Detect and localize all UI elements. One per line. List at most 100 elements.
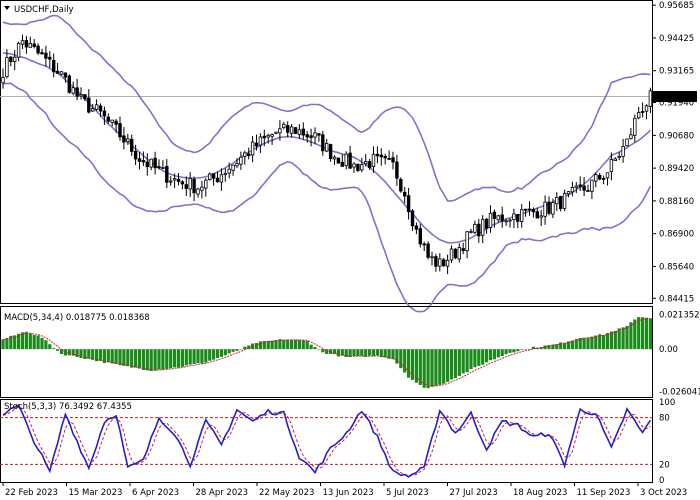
candle-down: [321, 134, 325, 152]
candle-up: [457, 247, 461, 260]
candle-up: [637, 112, 641, 119]
candle-up: [79, 94, 83, 97]
macd-bar: [457, 349, 461, 376]
macd-bar: [180, 349, 184, 367]
candle-up: [570, 187, 575, 193]
candle-up: [574, 185, 578, 188]
macd-bar: [134, 349, 138, 368]
macd-bar: [40, 337, 44, 350]
macd-bar: [1, 339, 5, 350]
candle-down: [75, 87, 79, 97]
macd-bar: [56, 349, 60, 351]
candle-down: [254, 142, 259, 147]
candle-up: [539, 215, 543, 218]
candle-up: [258, 136, 263, 146]
macd-bar: [594, 335, 598, 350]
macd-bar: [235, 349, 239, 351]
candle-down: [118, 123, 122, 138]
macd-bar: [274, 340, 278, 350]
macd-title: MACD(5,34,4) 0.018775 0.018368: [4, 313, 150, 323]
candle-up: [223, 173, 227, 176]
candle-up: [621, 146, 625, 157]
time-tick-label: 3 Oct 2023: [640, 488, 687, 498]
macd-bar: [200, 349, 204, 364]
candle-up: [520, 209, 524, 222]
candle-up: [543, 201, 547, 217]
macd-bar: [586, 337, 590, 350]
candle-up: [496, 215, 500, 221]
macd-bar: [282, 339, 286, 350]
macd-bar: [609, 331, 613, 350]
candle-down: [180, 181, 185, 185]
candle-down: [582, 185, 586, 191]
macd-bar: [126, 349, 130, 367]
macd-bar: [453, 349, 457, 379]
candle-up: [551, 202, 555, 215]
candle-up: [270, 134, 274, 137]
candle-down: [531, 208, 536, 213]
macd-bar: [313, 347, 317, 350]
macd-bar: [301, 340, 305, 350]
macd-bar: [293, 339, 298, 350]
candle-up: [480, 219, 485, 236]
candle-up: [196, 188, 200, 195]
macd-bar: [98, 349, 103, 361]
candle-down: [114, 120, 118, 125]
candle-down: [441, 259, 446, 267]
candle-down: [422, 243, 426, 246]
symbol-title: USDCHF,Daily: [14, 5, 74, 15]
candle-down: [176, 178, 181, 182]
candle-down: [492, 211, 497, 220]
macd-bar: [239, 349, 243, 350]
macd-bar: [605, 333, 610, 350]
time-tick-label: 22 Feb 2023: [5, 488, 58, 498]
price-tick-label: 0.95685: [659, 1, 694, 11]
macd-bar: [360, 349, 364, 356]
candle-down: [516, 214, 520, 222]
macd-bar: [176, 349, 181, 368]
macd-bar: [582, 337, 586, 350]
time-tick-label: 13 Jun 2023: [323, 488, 374, 498]
macd-bar: [399, 349, 403, 369]
candle-up: [617, 155, 621, 159]
candle-up: [512, 213, 516, 220]
candle-up: [20, 40, 25, 45]
candle-up: [488, 212, 493, 228]
candle-down: [336, 157, 341, 164]
candle-down: [317, 133, 321, 136]
macd-bar: [641, 317, 645, 350]
candle-down: [145, 161, 149, 168]
macd-bar: [196, 349, 200, 364]
macd-bar: [212, 349, 216, 360]
macd-bar: [24, 331, 28, 350]
candle-down: [24, 40, 29, 48]
stoch-tick-label: 100: [659, 398, 675, 408]
macd-bar: [520, 349, 524, 350]
candle-down: [122, 135, 126, 143]
macd-bar: [485, 349, 489, 363]
macd-bar: [118, 349, 122, 366]
price-tick-label: 0.89420: [659, 164, 694, 174]
candle-up: [12, 56, 17, 62]
macd-bar: [17, 333, 21, 350]
candle-up: [278, 128, 282, 134]
candle-down: [477, 223, 481, 237]
stoch-title: Stoch(5,3,3) 76.3492 67.4355: [4, 402, 132, 412]
time-tick-label: 6 Apr 2023: [132, 488, 179, 498]
candle-down: [535, 211, 539, 219]
candle-down: [32, 43, 36, 47]
candle-down: [52, 59, 56, 73]
macd-bar: [32, 334, 36, 350]
macd-bar: [208, 349, 212, 361]
candle-up: [266, 134, 270, 138]
candle-down: [395, 161, 399, 179]
candle-up: [613, 158, 617, 161]
candle-down: [184, 184, 188, 189]
macd-bar: [426, 349, 430, 389]
trading-chart[interactable]: 0.956850.944250.931650.919400.906800.894…: [0, 0, 700, 500]
macd-bar: [223, 349, 227, 356]
macd-bar: [500, 349, 504, 356]
time-tick-label: 15 Mar 2023: [69, 488, 123, 498]
candle-down: [356, 163, 360, 171]
candle-up: [648, 90, 653, 107]
